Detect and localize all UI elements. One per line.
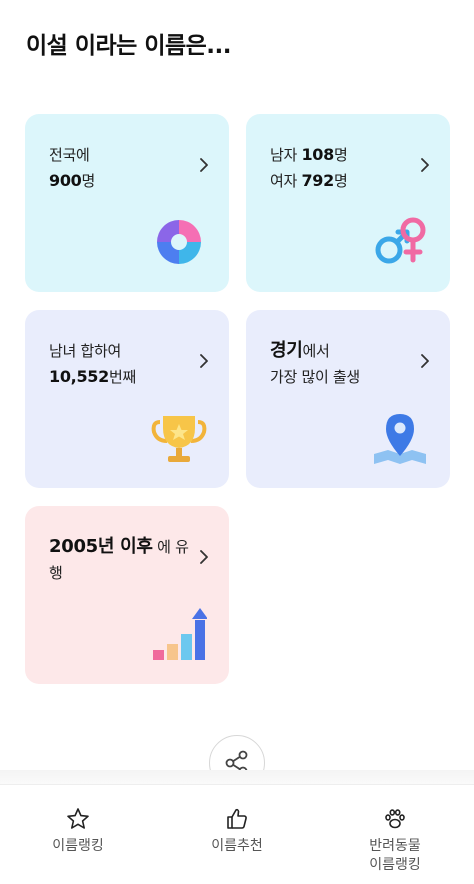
trend-text: 2005년 이후 에 유 행 (49, 534, 194, 586)
trophy-icon (151, 416, 207, 462)
rank-unit: 번째 (108, 368, 136, 386)
total-count-card[interactable]: 전국에 900명 (25, 114, 229, 292)
total-count-value: 900 (49, 171, 82, 190)
star-icon (67, 808, 89, 829)
trend-suffix: 에 유 (152, 538, 189, 556)
nav-name-recommend-label: 이름추천 (211, 838, 263, 854)
trend-line2: 행 (49, 564, 63, 582)
total-count-line1: 전국에 (49, 146, 90, 164)
gender-breakdown-text: 남자 108명 여자 792명 (270, 142, 415, 194)
rank-line1: 남녀 합하여 (49, 342, 121, 360)
chevron-right-icon (200, 354, 208, 368)
gender-breakdown-card[interactable]: 남자 108명 여자 792명 (246, 114, 450, 292)
trend-year: 2005년 이후 (49, 536, 153, 557)
rank-text: 남녀 합하여 10,552번째 (49, 338, 194, 390)
region-suffix: 에서 (302, 342, 330, 360)
bottom-nav: 이름랭킹 이름추천 반려동물 이름랭킹 (0, 784, 474, 884)
chevron-right-icon (421, 158, 429, 172)
chevron-right-icon (421, 354, 429, 368)
bottom-nav-shadow (0, 770, 474, 784)
male-unit: 명 (333, 146, 348, 164)
gender-symbols-icon (375, 217, 426, 264)
male-count: 108 (301, 145, 334, 164)
total-count-text: 전국에 900명 (49, 142, 194, 194)
female-label: 여자 (270, 172, 302, 190)
paw-icon (385, 809, 405, 829)
trend-card[interactable]: 2005년 이후 에 유 행 (25, 506, 229, 684)
region-line2: 가장 많이 출생 (270, 368, 360, 386)
map-pin-icon (374, 414, 426, 464)
nav-name-ranking[interactable]: 이름랭킹 (18, 807, 138, 856)
rank-card[interactable]: 남녀 합하여 10,552번째 (25, 310, 229, 488)
total-count-unit: 명 (81, 172, 96, 190)
pie-chart-icon (157, 220, 201, 264)
female-unit: 명 (333, 172, 348, 190)
rank-value: 10,552 (49, 367, 109, 386)
rising-bar-chart-icon (153, 608, 207, 660)
nav-pet-name-ranking-label-line2: 이름랭킹 (369, 857, 421, 873)
female-count: 792 (301, 171, 334, 190)
chevron-right-icon (200, 158, 208, 172)
chevron-right-icon (200, 550, 208, 564)
nav-pet-name-ranking[interactable]: 반려동물 이름랭킹 (335, 807, 455, 875)
nav-name-ranking-label: 이름랭킹 (52, 838, 104, 854)
region-text: 경기에서 가장 많이 출생 (270, 338, 415, 390)
nav-name-recommend[interactable]: 이름추천 (177, 807, 297, 856)
region-name: 경기 (270, 340, 303, 361)
male-label: 남자 (270, 146, 302, 164)
region-card[interactable]: 경기에서 가장 많이 출생 (246, 310, 450, 488)
page-title: 이설 이라는 이름은... (26, 33, 232, 59)
nav-pet-name-ranking-label-line1: 반려동물 (369, 838, 421, 854)
thumbs-up-icon (227, 808, 247, 829)
